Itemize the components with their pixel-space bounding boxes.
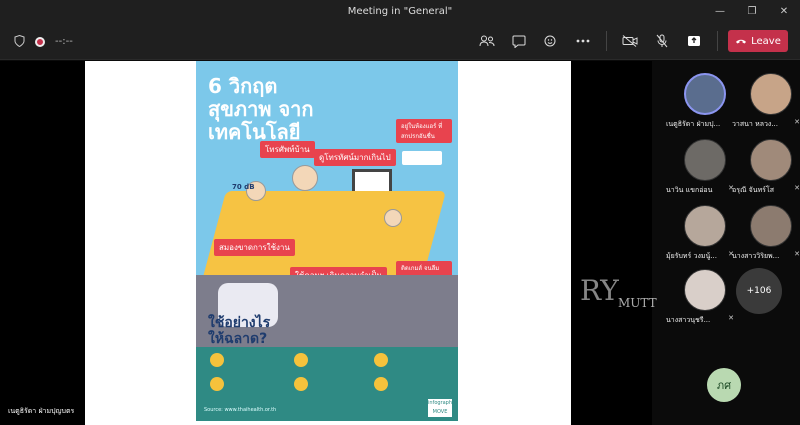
presenter-name: เนตูธิรัดา ฝ่ามปุญบตร [8,407,75,415]
speaker-icon [210,353,224,367]
lightbulb-icon [210,377,224,391]
brain-icon [374,353,388,367]
self-avatar[interactable]: ภศ [707,368,741,402]
mic-off-icon: ✕ [794,118,800,126]
label-tv: ดูโทรทัศน์มากเกินไป [314,149,396,166]
participant-name: วาสนา หลวง... [732,120,779,128]
avatar [750,139,792,181]
toolbar-divider [606,31,607,51]
mic-off-icon[interactable] [649,29,675,53]
participant-tile[interactable]: นาวิน แขกอ่อน ✕ [666,139,734,203]
participant-tile[interactable]: นางสาวนุชรี... ✕ [666,269,734,333]
participant-tile[interactable]: เนตูธิรัดา ฝ่ามปุ... [666,73,734,137]
chat-icon[interactable] [506,29,532,53]
participant-tile[interactable]: วาสนา หลวง... ✕ [732,73,800,137]
avatar [684,139,726,181]
avatar [684,269,726,311]
people-icon[interactable] [474,29,500,53]
decibel-value: 70 dB [232,183,255,191]
more-participants-button[interactable]: +106 [736,268,782,314]
close-button[interactable]: ✕ [768,0,800,22]
infographic-poster: 6 วิกฤตสุขภาพ จากเทคโนโลยี โทรศัพท์บ้าน … [196,61,458,421]
avatar [750,73,792,115]
avatar [684,205,726,247]
recording-icon [35,36,45,47]
meeting-toolbar: --:-- Leave [0,22,800,60]
shield-icon [14,32,25,51]
leave-button[interactable]: Leave [728,30,788,52]
man-illustration [292,165,318,191]
participant-tile[interactable]: นางสาววิริยพ... ✕ [732,205,800,269]
meeting-timer: --:-- [55,36,73,47]
reactions-icon[interactable] [538,29,564,53]
air-conditioner-illustration [402,151,442,165]
camera-off-icon[interactable] [617,29,643,53]
leave-label: Leave [751,35,781,47]
minimize-button[interactable]: — [704,0,736,22]
avatar [750,205,792,247]
tv-icon [294,353,308,367]
window-controls: — ❐ ✕ [704,0,800,22]
label-brain: สมองขาดการใช้งาน [214,239,295,256]
poster-source: Source: www.thaihealth.or.th [204,407,277,413]
participant-name: นางสาวนุชรี... [666,316,711,324]
participant-tile[interactable]: มุ้ยรับทร์ วงมนู้... ✕ [666,205,734,269]
shared-screen-stage: 6 วิกฤตสุขภาพ จากเทคโนโลยี โทรศัพท์บ้าน … [0,61,652,425]
participant-name: เนตูธิรัดา ฝ่ามปุ... [666,120,721,128]
label-air: อยู่ในห้องแอร์ ที่สกปรกอันชื่น [396,119,452,143]
brand-logo: infographic MOVE [428,399,457,417]
avatar [684,73,726,115]
window-title: Meeting in "General" [347,5,453,17]
share-icon[interactable] [681,29,707,53]
participant-name: นาวิน แขกอ่อน [666,186,713,194]
toolbar-divider [717,31,718,51]
boy-illustration [384,209,402,227]
mic-off-icon: ✕ [794,250,800,258]
participant-name: นางสาววิริยพ... [732,252,780,260]
title-bar: Meeting in "General" — ❐ ✕ [0,0,800,22]
shared-content: 6 วิกฤตสุขภาพ จากเทคโนโลยี โทรศัพท์บ้าน … [85,61,571,425]
participant-name: มุ้ยรับทร์ วงมนู้... [666,252,717,260]
phone-icon [736,39,747,44]
more-icon[interactable] [570,29,596,53]
watermark-text: MUTT [618,296,657,310]
mic-off-icon: ✕ [794,184,800,192]
participant-tile[interactable]: อรุณี จันทร์โส ✕ [732,139,800,203]
poster-title: 6 วิกฤตสุขภาพ จากเทคโนโลยี [208,74,314,144]
gamepad-icon [294,377,308,391]
maximize-button[interactable]: ❐ [736,0,768,22]
participant-name: อรุณี จันทร์โส [732,186,774,194]
watermark-logo: RY [580,274,619,307]
exercise-icon [374,377,388,391]
label-phone: โทรศัพท์บ้าน [260,141,315,158]
mic-off-icon: ✕ [728,314,734,322]
poster-question: ใช้อย่างไร ให้ฉลาด? [208,315,271,347]
